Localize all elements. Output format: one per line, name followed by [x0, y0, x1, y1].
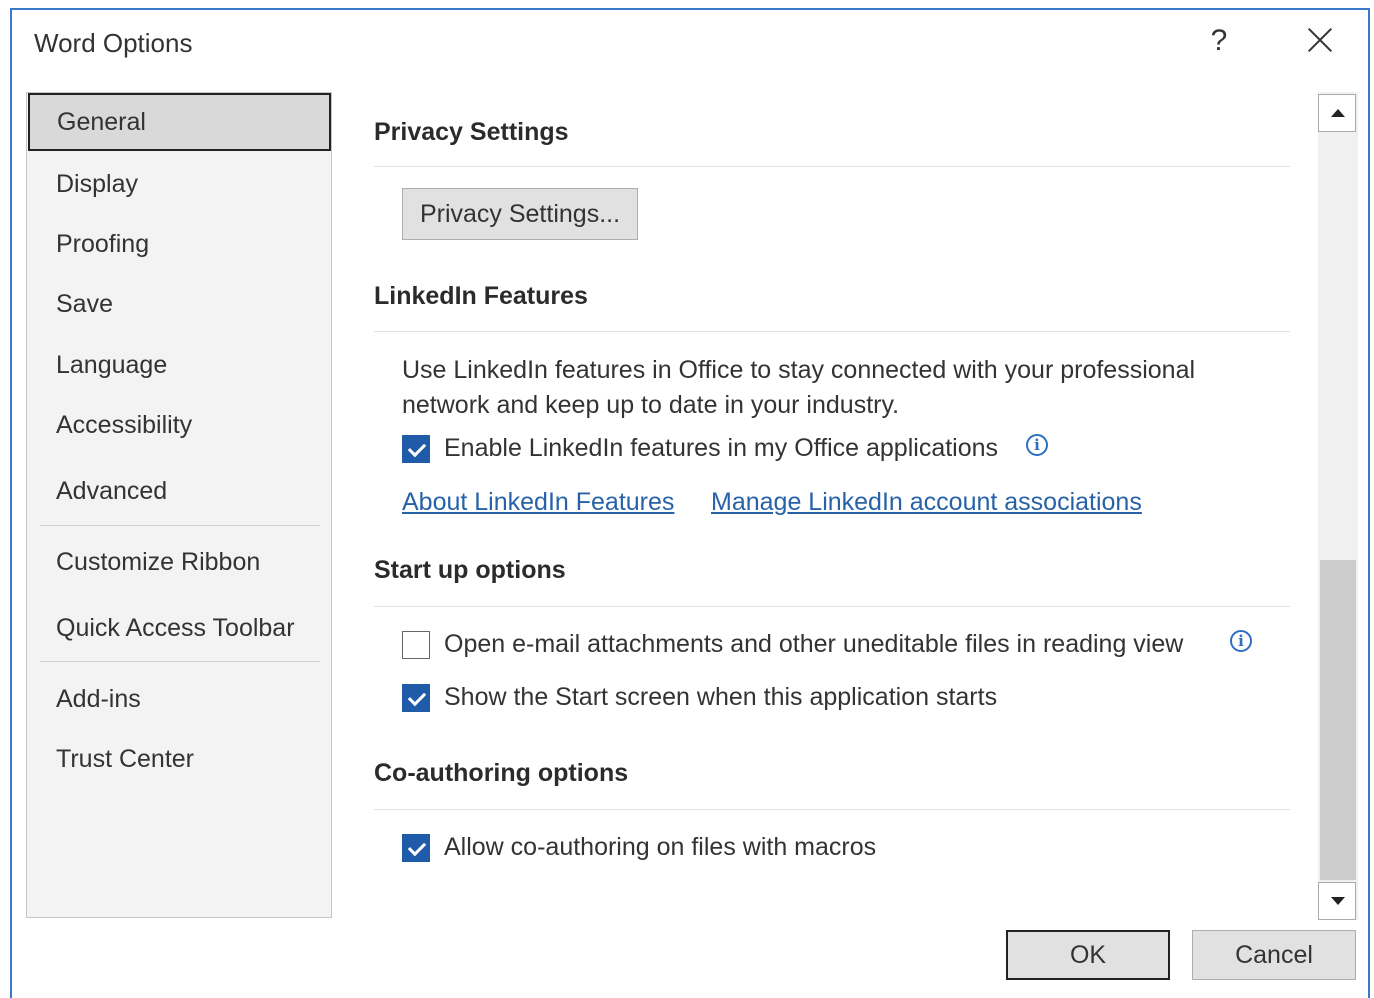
ok-button[interactable]: OK — [1006, 930, 1170, 980]
allow-coauthoring-macros-checkbox[interactable] — [402, 834, 430, 862]
section-divider — [374, 166, 1290, 167]
privacy-settings-button[interactable]: Privacy Settings... — [402, 188, 638, 240]
allow-coauthoring-macros-label: Allow co-authoring on files with macros — [444, 833, 877, 861]
options-content: Privacy Settings Privacy Settings... Lin… — [374, 92, 1314, 922]
enable-linkedin-checkbox[interactable] — [402, 435, 430, 463]
close-icon[interactable] — [1302, 22, 1338, 58]
sidebar-item-language[interactable]: Language — [27, 336, 331, 394]
vertical-scrollbar[interactable] — [1318, 92, 1358, 920]
sidebar-item-display[interactable]: Display — [27, 155, 331, 213]
chevron-up-icon — [1331, 109, 1345, 117]
info-icon[interactable]: i — [1026, 434, 1048, 456]
sidebar-item-save[interactable]: Save — [27, 275, 331, 333]
section-divider — [374, 331, 1290, 332]
scrollbar-thumb[interactable] — [1320, 560, 1356, 880]
privacy-settings-heading: Privacy Settings — [374, 118, 569, 146]
help-button[interactable]: ? — [1204, 24, 1234, 58]
dialog-title: Word Options — [34, 28, 193, 58]
word-options-dialog: Word Options ? General Display Proofing … — [10, 8, 1370, 998]
sidebar-divider — [40, 661, 320, 662]
sidebar-item-advanced[interactable]: Advanced — [27, 462, 331, 520]
open-attachments-reading-view-label: Open e-mail attachments and other unedit… — [444, 630, 1184, 658]
scroll-down-button[interactable] — [1318, 882, 1356, 920]
section-divider — [374, 606, 1290, 607]
sidebar-item-trust-center[interactable]: Trust Center — [27, 730, 331, 788]
cancel-button[interactable]: Cancel — [1192, 930, 1356, 980]
section-divider — [374, 809, 1290, 810]
coauthoring-options-heading: Co-authoring options — [374, 759, 629, 787]
info-icon[interactable]: i — [1230, 630, 1252, 652]
manage-linkedin-associations-link[interactable]: Manage LinkedIn account associations — [711, 488, 1142, 517]
startup-options-heading: Start up options — [374, 556, 566, 584]
sidebar-divider — [40, 525, 320, 526]
enable-linkedin-label: Enable LinkedIn features in my Office ap… — [444, 434, 999, 462]
chevron-down-icon — [1331, 897, 1345, 905]
sidebar-item-customize-ribbon[interactable]: Customize Ribbon — [27, 533, 331, 591]
open-attachments-reading-view-checkbox[interactable] — [402, 631, 430, 659]
sidebar-item-general[interactable]: General — [28, 93, 331, 151]
sidebar-item-quick-access-toolbar[interactable]: Quick Access Toolbar — [27, 599, 331, 657]
sidebar-item-add-ins[interactable]: Add-ins — [27, 670, 331, 728]
scroll-up-button[interactable] — [1318, 94, 1356, 132]
sidebar-item-proofing[interactable]: Proofing — [27, 215, 331, 273]
linkedin-features-heading: LinkedIn Features — [374, 282, 588, 310]
show-start-screen-label: Show the Start screen when this applicat… — [444, 683, 998, 711]
linkedin-description-line2: network and keep up to date in your indu… — [402, 391, 900, 419]
sidebar-item-accessibility[interactable]: Accessibility — [27, 396, 331, 454]
linkedin-description-line1: Use LinkedIn features in Office to stay … — [402, 356, 1196, 384]
about-linkedin-features-link[interactable]: About LinkedIn Features — [402, 488, 674, 517]
options-sidebar: General Display Proofing Save Language A… — [26, 92, 332, 918]
show-start-screen-checkbox[interactable] — [402, 684, 430, 712]
